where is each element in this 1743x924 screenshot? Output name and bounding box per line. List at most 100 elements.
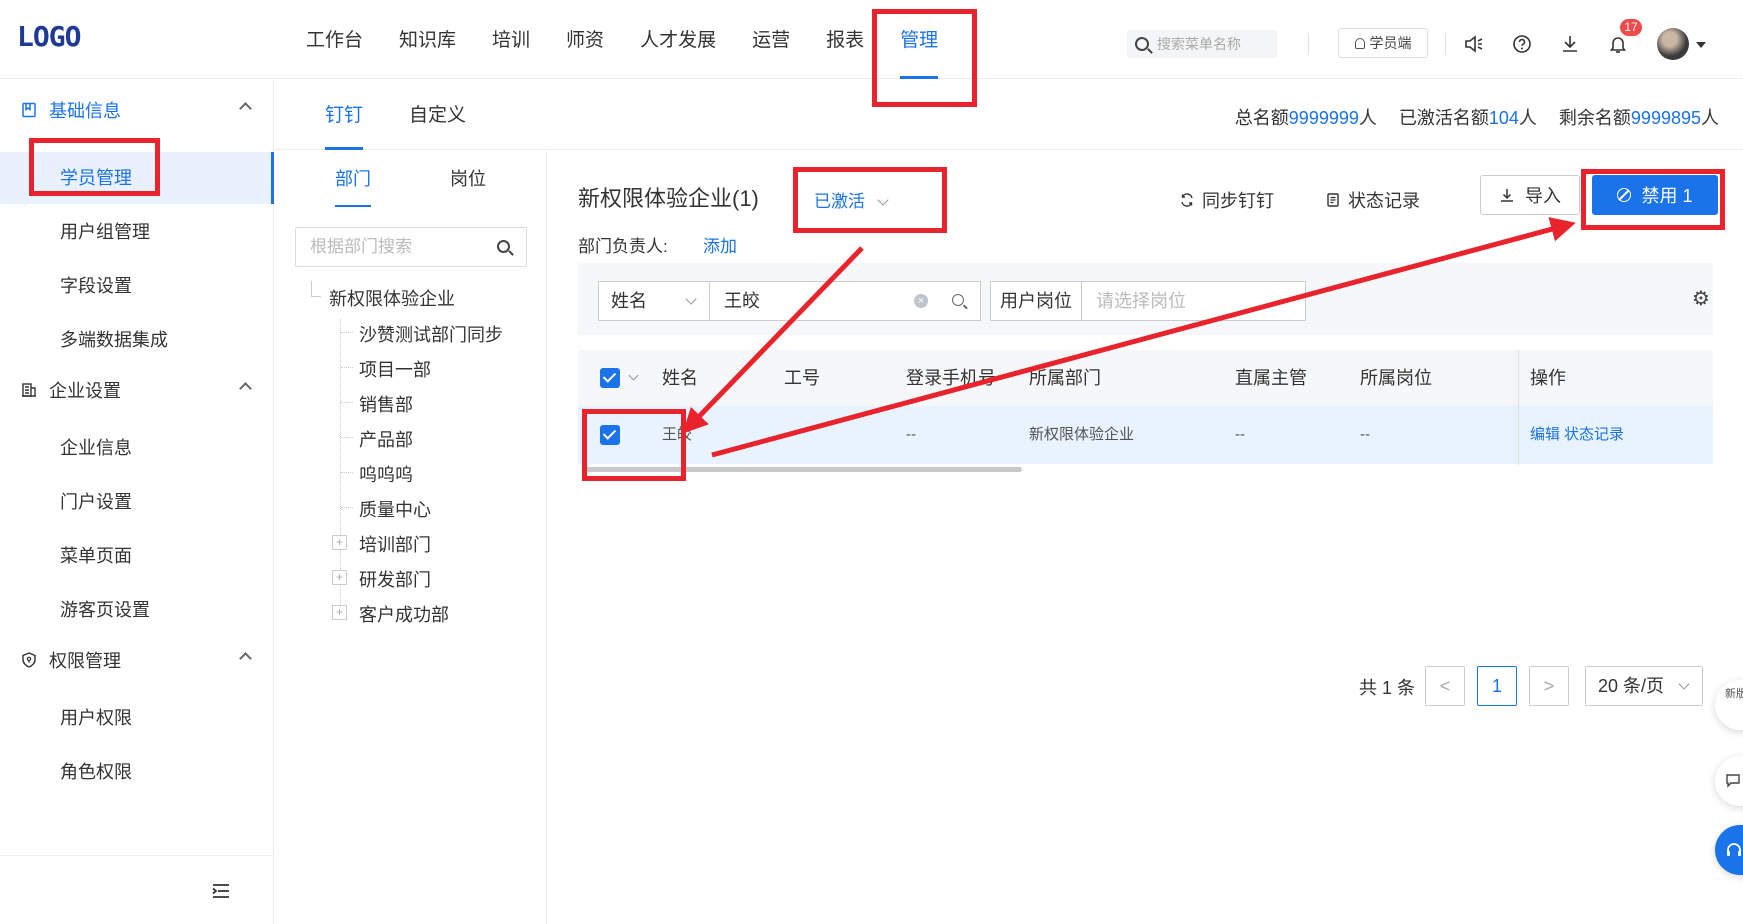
divider (1445, 34, 1446, 54)
tree-connector (341, 437, 353, 438)
col-header-phone[interactable]: 登录手机号 (906, 350, 996, 406)
nav-operation[interactable]: 运营 (734, 0, 808, 79)
tab-post[interactable]: 岗位 (450, 151, 486, 207)
student-portal-button[interactable]: 学员端 (1338, 28, 1428, 58)
filter-name-input[interactable]: 王皎 × (709, 281, 981, 321)
page-size-select[interactable]: 20 条/页 (1585, 666, 1703, 706)
next-page-button[interactable]: > (1529, 666, 1569, 706)
sidebar-item-role-permissions[interactable]: 角色权限 (0, 746, 274, 798)
filter-post-label: 用户岗位 (990, 281, 1082, 321)
tree-node-root[interactable]: 新权限体验企业 (329, 285, 455, 311)
speaker-icon[interactable] (1462, 32, 1486, 56)
prev-page-button[interactable]: < (1425, 666, 1465, 706)
sidebar-item-menu-pages[interactable]: 菜单页面 (0, 530, 274, 582)
tree-node[interactable]: 呜呜呜 (359, 461, 413, 487)
cell-post: -- (1360, 426, 1370, 443)
sidebar-item-student-management[interactable]: 学员管理 (0, 152, 274, 204)
col-header-dept[interactable]: 所属部门 (1029, 350, 1101, 406)
expand-icon[interactable]: + (332, 605, 347, 620)
gear-icon[interactable]: ⚙ (1691, 289, 1711, 309)
avatar[interactable] (1657, 28, 1689, 60)
tree-node[interactable]: 客户成功部 (359, 601, 449, 627)
tree-node[interactable]: 销售部 (359, 391, 413, 417)
tree-node[interactable]: 培训部门 (359, 531, 431, 557)
col-header-post[interactable]: 所属岗位 (1360, 350, 1432, 406)
cell-name: 王皎 (662, 426, 693, 443)
expand-icon[interactable]: + (332, 535, 347, 550)
horizontal-scrollbar[interactable] (582, 467, 1022, 472)
nav-training[interactable]: 培训 (474, 0, 548, 79)
nav-knowledge[interactable]: 知识库 (381, 0, 474, 79)
sidebar-group-permissions[interactable]: 权限管理 (0, 630, 274, 690)
status-select[interactable]: 已激活 (814, 187, 889, 212)
tree-node[interactable]: 研发部门 (359, 566, 431, 592)
download-icon[interactable] (1558, 32, 1582, 56)
nav-reports[interactable]: 报表 (808, 0, 882, 79)
row-checkbox[interactable] (600, 425, 620, 445)
tree-connector (311, 281, 321, 297)
quota-summary: 总名额9999999人 已激活名额104人 剩余名额9999895人 (1235, 104, 1719, 130)
sidebar-item-user-groups[interactable]: 用户组管理 (0, 206, 274, 258)
sidebar-item-guest-page[interactable]: 游客页设置 (0, 584, 274, 636)
student-portal-label: 学员端 (1369, 35, 1412, 51)
status-record-button[interactable]: 状态记录 (1326, 187, 1420, 213)
tree-connector (341, 402, 353, 403)
search-icon[interactable] (497, 240, 510, 253)
chevron-down-icon[interactable] (628, 370, 639, 381)
search-icon[interactable] (952, 294, 964, 306)
department-panel: 部门 岗位 根据部门搜索 新权限体验企业 沙赞测试部门同步 项目一部 销售部 产… (275, 151, 547, 924)
page-button-1[interactable]: 1 (1477, 666, 1517, 706)
chevron-up-icon (239, 652, 252, 665)
shield-icon (20, 651, 38, 669)
nav-workbench[interactable]: 工作台 (288, 0, 381, 79)
sidebar-item-data-integration[interactable]: 多端数据集成 (0, 314, 274, 366)
col-header-manager[interactable]: 直属主管 (1235, 350, 1307, 406)
menu-search-input[interactable]: 搜索菜单名称 (1127, 30, 1277, 58)
sidebar-item-field-settings[interactable]: 字段设置 (0, 260, 274, 312)
department-search-placeholder: 根据部门搜索 (310, 237, 412, 256)
sidebar-group-basic-info[interactable]: 基础信息 (0, 80, 274, 140)
tree-node[interactable]: 质量中心 (359, 496, 431, 522)
tree-node[interactable]: 沙赞测试部门同步 (359, 321, 503, 347)
pagination: 共 1 条 < 1 > 20 条/页 (548, 666, 1743, 706)
add-dept-head-link[interactable]: 添加 (703, 232, 737, 257)
nav-talent[interactable]: 人才发展 (622, 0, 734, 79)
select-all-checkbox[interactable] (600, 368, 620, 388)
logo[interactable]: LOGO (17, 20, 81, 53)
disable-button[interactable]: 禁用 1 (1592, 175, 1718, 215)
status-record-link[interactable]: 状态记录 (1564, 406, 1624, 464)
help-icon[interactable] (1510, 32, 1534, 56)
clear-icon[interactable]: × (914, 294, 928, 308)
expand-icon[interactable]: + (332, 570, 347, 585)
department-search-input[interactable]: 根据部门搜索 (295, 227, 527, 267)
tree-node[interactable]: 项目一部 (359, 356, 431, 382)
building-icon (20, 381, 38, 399)
filter-name-value: 王皎 (724, 291, 760, 311)
main-panel: 新权限体验企业(1) 已激活 部门负责人: 添加 同步钉钉 状态记录 导入 禁用… (548, 151, 1743, 924)
sidebar-group-enterprise[interactable]: 企业设置 (0, 360, 274, 420)
sidebar-item-portal-settings[interactable]: 门户设置 (0, 476, 274, 528)
col-header-no[interactable]: 工号 (784, 350, 820, 406)
collapse-menu-icon[interactable] (212, 884, 230, 898)
edit-link[interactable]: 编辑 (1530, 406, 1560, 464)
sync-dingtalk-button[interactable]: 同步钉钉 (1180, 187, 1274, 213)
tree-node[interactable]: 产品部 (359, 426, 413, 452)
sidebar-item-user-permissions[interactable]: 用户权限 (0, 692, 274, 744)
caret-down-icon[interactable] (1696, 42, 1706, 48)
tree-connector (341, 472, 353, 473)
table-row[interactable]: 王皎 -- -- 新权限体验企业 -- -- 编辑 状态记录 (578, 406, 1713, 464)
tab-department[interactable]: 部门 (335, 151, 371, 207)
filter-post-select[interactable]: 请选择岗位 (1081, 281, 1306, 321)
quota-total: 总名额9999999人 (1234, 108, 1377, 128)
tab-custom[interactable]: 自定义 (409, 80, 466, 150)
filter-field-select[interactable]: 姓名 (598, 281, 710, 321)
top-bar: LOGO 工作台 知识库 培训 师资 人才发展 运营 报表 管理 搜索菜单名称 … (0, 0, 1743, 79)
sidebar-item-enterprise-info[interactable]: 企业信息 (0, 422, 274, 474)
import-button[interactable]: 导入 (1480, 175, 1580, 215)
nav-teachers[interactable]: 师资 (548, 0, 622, 79)
col-header-name[interactable]: 姓名 (662, 350, 698, 406)
source-tabs: 钉钉 自定义 总名额9999999人 已激活名额104人 剩余名额9999895… (275, 80, 1743, 150)
tab-dingtalk[interactable]: 钉钉 (325, 80, 364, 150)
nav-management[interactable]: 管理 (882, 0, 956, 79)
record-icon (1327, 193, 1339, 207)
